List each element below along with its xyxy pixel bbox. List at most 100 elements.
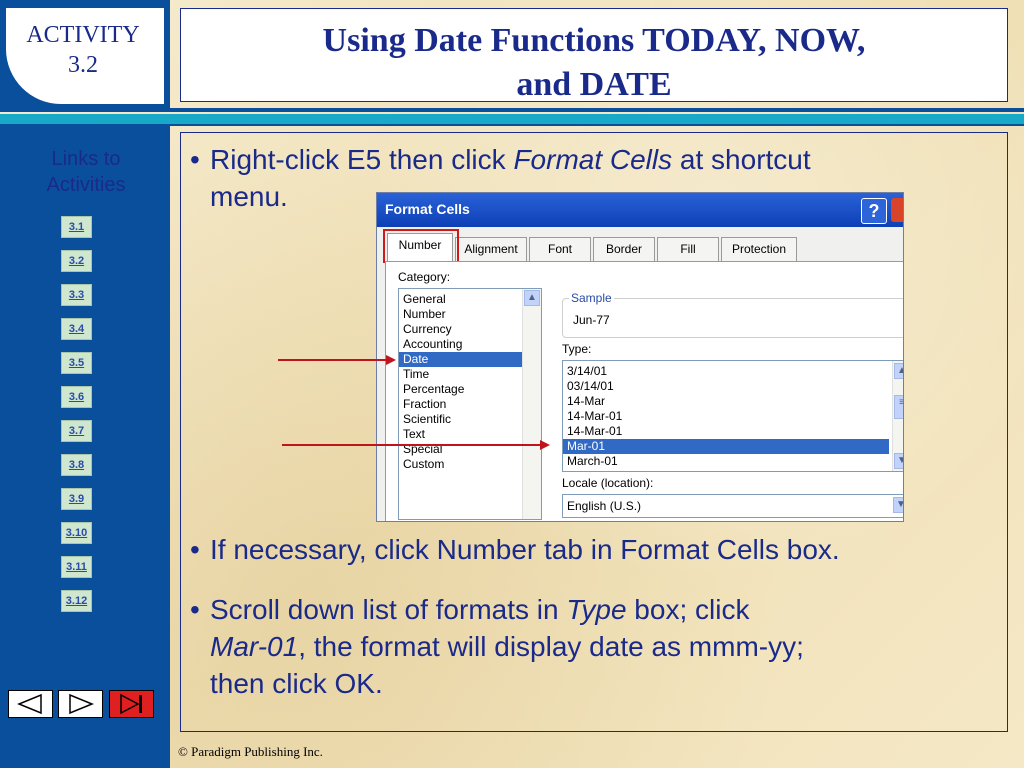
- category-item[interactable]: General: [403, 292, 446, 307]
- bullet3-line3: then click OK.: [210, 667, 383, 699]
- title-box: Using Date Functions TODAY, NOW, and DAT…: [180, 8, 1008, 103]
- sample-group: Sample Jun-77: [562, 291, 903, 338]
- tab-font[interactable]: Font: [529, 237, 591, 261]
- arrow-to-date-category: [278, 359, 388, 361]
- activity-link-3-12[interactable]: 3.12: [61, 590, 92, 612]
- activity-line1: ACTIVITY: [26, 22, 140, 48]
- bullet3-text: Scroll down list of formats in: [210, 594, 567, 625]
- activity-link-3-3[interactable]: 3.3: [61, 284, 92, 306]
- copyright-footer: © Paradigm Publishing Inc.: [178, 744, 323, 759]
- arrow-to-mar-01-type: [282, 444, 542, 446]
- activity-link-3-10[interactable]: 3.10: [61, 522, 92, 544]
- activity-link-3-4[interactable]: 3.4: [61, 318, 92, 340]
- bullet3-emphasis2: Mar-01: [210, 630, 299, 662]
- category-item[interactable]: Text: [403, 427, 425, 442]
- activity-number: 3.2: [68, 52, 98, 78]
- category-item[interactable]: Scientific: [403, 412, 451, 427]
- arrow-head-icon: [386, 355, 396, 365]
- activity-link-3-2[interactable]: 3.2: [61, 250, 92, 272]
- close-icon[interactable]: [891, 198, 903, 222]
- category-item[interactable]: Currency: [403, 322, 452, 337]
- bullet3-emphasis: Type: [566, 594, 627, 625]
- bullet-marker: •: [190, 144, 200, 175]
- sample-value: Jun-77: [573, 313, 610, 327]
- title-line1: Using Date Functions TODAY, NOW,: [322, 22, 866, 59]
- category-item-selected[interactable]: Date: [399, 352, 523, 367]
- tab-border[interactable]: Border: [593, 237, 655, 261]
- divider-stripe: [0, 108, 1024, 112]
- category-scrollbar[interactable]: ▲: [522, 289, 541, 519]
- bullet1-text: Right-click E5 then click: [210, 144, 514, 175]
- type-item[interactable]: 03/14/01: [567, 379, 614, 394]
- scroll-down-icon[interactable]: ▼: [894, 453, 903, 469]
- tab-alignment[interactable]: Alignment: [455, 237, 527, 261]
- skip-to-end-icon: [120, 693, 142, 715]
- divider-stripe-accent: [0, 114, 1024, 124]
- bullet-marker: •: [190, 594, 200, 625]
- locale-label: Locale (location):: [562, 476, 654, 490]
- activity-link-3-11[interactable]: 3.11: [61, 556, 92, 578]
- dialog-titlebar: Format Cells ?: [377, 193, 903, 227]
- type-item[interactable]: 14-Mar: [567, 394, 605, 409]
- last-slide-button[interactable]: [109, 690, 154, 718]
- number-tab-highlight: [383, 229, 459, 263]
- links-heading-line2: Activities: [46, 174, 126, 196]
- activity-corner: ACTIVITY 3.2: [0, 0, 170, 108]
- page-title: Using Date Functions TODAY, NOW, and DAT…: [181, 19, 1007, 107]
- type-item[interactable]: 14-Mar-01: [567, 424, 622, 439]
- format-cells-dialog: Format Cells ? Number Alignment Font Bor…: [376, 192, 904, 522]
- type-item[interactable]: March-01: [567, 454, 618, 469]
- number-tab-panel: Category: General Number Currency Accoun…: [385, 261, 903, 521]
- category-list[interactable]: General Number Currency Accounting Date …: [398, 288, 542, 520]
- category-item[interactable]: Fraction: [403, 397, 446, 412]
- type-item[interactable]: 14-Mar-01: [567, 409, 622, 424]
- dialog-title: Format Cells: [385, 201, 470, 217]
- triangle-left-icon: [17, 693, 42, 715]
- bullet-text: Scroll down list of formats in Type box;…: [210, 592, 990, 703]
- bullet1-emphasis: Format Cells: [513, 144, 673, 175]
- category-label: Category:: [398, 270, 451, 284]
- activity-label: ACTIVITY 3.2: [8, 20, 158, 80]
- activity-link-3-7[interactable]: 3.7: [61, 420, 92, 442]
- title-line2: and DATE: [516, 66, 672, 104]
- tab-protection[interactable]: Protection: [721, 237, 797, 261]
- category-item[interactable]: Number: [403, 307, 446, 322]
- scroll-up-icon[interactable]: ▲: [894, 363, 903, 379]
- bullet3-text-b: box; click: [626, 594, 750, 625]
- activity-link-3-5[interactable]: 3.5: [61, 352, 92, 374]
- scroll-thumb[interactable]: ≡: [894, 395, 903, 419]
- bullet-marker: •: [190, 534, 200, 565]
- bullet1-line2: menu.: [210, 180, 288, 212]
- triangle-right-icon: [69, 693, 94, 715]
- links-heading-line1: Links to: [51, 148, 121, 170]
- bullet-number-tab: • If necessary, click Number tab in Form…: [190, 532, 990, 572]
- links-heading: Links to Activities: [28, 146, 144, 198]
- activity-link-3-1[interactable]: 3.1: [61, 216, 92, 238]
- type-item[interactable]: 3/14/01: [567, 364, 607, 379]
- bullet-scroll-type: • Scroll down list of formats in Type bo…: [190, 592, 990, 722]
- activity-link-3-8[interactable]: 3.8: [61, 454, 92, 476]
- locale-select[interactable]: English (U.S.) ▼: [562, 494, 903, 518]
- sample-label: Sample: [569, 291, 614, 305]
- category-item[interactable]: Accounting: [403, 337, 462, 352]
- type-list[interactable]: 3/14/01 03/14/01 14-Mar 14-Mar-01 14-Mar…: [562, 360, 903, 472]
- category-item[interactable]: Percentage: [403, 382, 464, 397]
- bullet1-text-end: at shortcut: [672, 144, 811, 175]
- bullet2-text: If necessary, click Number tab in Format…: [210, 534, 840, 565]
- category-item[interactable]: Time: [403, 367, 429, 382]
- chevron-down-icon[interactable]: ▼: [893, 497, 903, 513]
- activity-link-3-6[interactable]: 3.6: [61, 386, 92, 408]
- bullet3-text-c: , the format will display date as mmm-yy…: [298, 630, 804, 662]
- type-label: Type:: [562, 342, 592, 356]
- help-icon[interactable]: ?: [861, 198, 887, 224]
- activity-link-3-9[interactable]: 3.9: [61, 488, 92, 510]
- locale-value: English (U.S.): [567, 499, 642, 513]
- tab-fill[interactable]: Fill: [657, 237, 719, 261]
- previous-slide-button[interactable]: [8, 690, 53, 718]
- scroll-up-icon[interactable]: ▲: [524, 290, 540, 306]
- type-item-selected[interactable]: Mar-01: [563, 439, 889, 454]
- next-slide-button[interactable]: [58, 690, 103, 718]
- category-item[interactable]: Custom: [403, 457, 444, 472]
- type-scrollbar[interactable]: ▲ ≡ ▼: [892, 361, 903, 471]
- arrow-head-icon: [540, 440, 550, 450]
